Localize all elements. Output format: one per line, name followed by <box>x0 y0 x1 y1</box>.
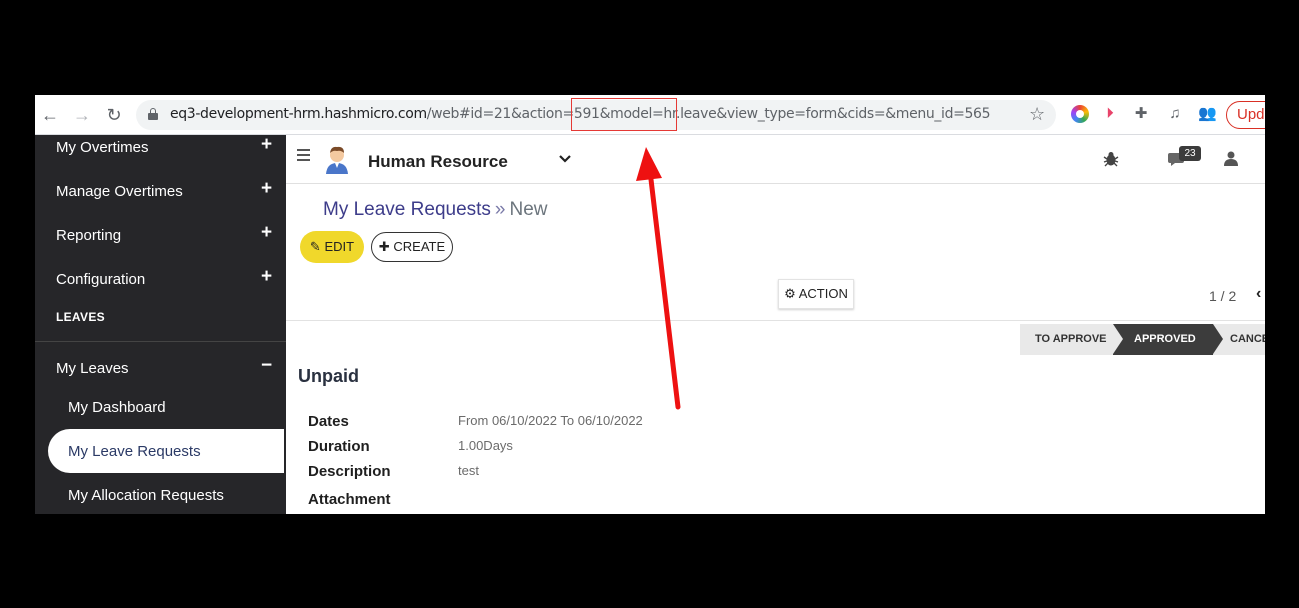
app-topbar: Human Resource 23 <box>286 135 1265 184</box>
sidebar-item-label: My Overtimes <box>56 139 149 156</box>
field-label-description: Description <box>308 463 391 480</box>
sidebar-item-label: My Leaves <box>56 360 129 377</box>
color-extension-icon[interactable] <box>1071 105 1089 123</box>
screenshot-frame: ← → ↻ eq3-development-hrm.hashmicro.com/… <box>35 95 1265 514</box>
sidebar: My Overtimes + Manage Overtimes + Report… <box>35 135 286 514</box>
form-header-divider <box>286 320 1265 321</box>
url-path-after: &view_type=form&cids=&menu_id=565 <box>716 106 991 122</box>
pager-previous-icon[interactable]: ‹ <box>1256 285 1261 303</box>
hr-app-avatar-icon <box>322 144 352 174</box>
media-control-icon[interactable]: ♫ <box>1166 105 1184 123</box>
field-value-description: test <box>458 463 479 478</box>
action-button[interactable]: ⚙ ACTION <box>778 279 854 309</box>
sidebar-item-configuration[interactable]: Configuration + <box>35 259 286 303</box>
create-button[interactable]: ✚ CREATE <box>371 232 453 262</box>
sidebar-item-label: Reporting <box>56 227 122 244</box>
field-value-duration: 1.00Days <box>458 438 513 453</box>
edit-button-label: EDIT <box>324 239 355 254</box>
sidebar-subitem-my-allocation-requests[interactable]: My Allocation Requests <box>48 473 284 514</box>
chevron-down-icon[interactable] <box>558 152 572 166</box>
plus-icon: ✚ <box>378 239 390 254</box>
pencil-icon: ✎ <box>309 239 321 254</box>
expand-plus-icon[interactable]: + <box>261 179 272 199</box>
sidebar-item-label: Manage Overtimes <box>56 183 183 200</box>
sidebar-subitem-label: My Dashboard <box>68 399 166 416</box>
app-title[interactable]: Human Resource <box>368 152 508 172</box>
lock-icon <box>148 108 158 120</box>
expand-plus-icon[interactable]: + <box>261 267 272 287</box>
sidebar-subitem-my-dashboard[interactable]: My Dashboard <box>48 385 284 429</box>
cast-extension-icon[interactable]: ⏵ <box>1101 105 1119 123</box>
sidebar-item-reporting[interactable]: Reporting + <box>35 215 286 259</box>
create-button-label: CREATE <box>393 239 446 254</box>
profile-people-icon[interactable]: 👥 <box>1198 105 1217 123</box>
expand-plus-icon[interactable]: + <box>261 223 272 243</box>
forward-arrow-icon[interactable]: → <box>71 104 93 126</box>
user-avatar-icon[interactable] <box>1223 150 1239 166</box>
reload-icon[interactable]: ↻ <box>103 104 125 126</box>
extensions-puzzle-icon[interactable]: ✚ <box>1132 105 1150 123</box>
sidebar-item-label: Configuration <box>56 271 146 288</box>
sidebar-item-my-overtimes[interactable]: My Overtimes + <box>35 127 286 171</box>
stage-approved[interactable]: APPROVED <box>1113 324 1223 355</box>
url-host: eq3-development-hrm.hashmicro.com <box>170 106 427 122</box>
url-highlight-box <box>571 98 677 131</box>
chat-count-badge: 23 <box>1179 146 1201 161</box>
sidebar-section-leaves: LEAVES <box>56 310 105 324</box>
hamburger-menu-icon[interactable] <box>297 149 310 161</box>
record-title: Unpaid <box>298 366 359 386</box>
field-label-attachment: Attachment <box>308 491 391 508</box>
update-button[interactable]: Upd <box>1226 101 1265 129</box>
field-label-dates: Dates <box>308 413 349 430</box>
bug-debug-icon[interactable] <box>1102 150 1120 168</box>
bookmark-star-icon[interactable]: ☆ <box>1029 104 1045 124</box>
back-arrow-icon[interactable]: ← <box>39 104 61 126</box>
action-button-label: ACTION <box>798 286 848 301</box>
sidebar-item-manage-overtimes[interactable]: Manage Overtimes + <box>35 171 286 215</box>
field-value-dates: From 06/10/2022 To 06/10/2022 <box>458 413 643 428</box>
sidebar-divider <box>35 341 286 342</box>
edit-button[interactable]: ✎ EDIT <box>300 231 364 263</box>
breadcrumb-separator: » <box>494 199 506 220</box>
main-content: Human Resource 23 My Leave Requests» New … <box>286 135 1265 514</box>
stage-to-approve[interactable]: TO APPROVE <box>1020 324 1132 355</box>
breadcrumb-current: New <box>509 199 548 220</box>
collapse-minus-icon[interactable]: − <box>261 356 272 376</box>
sidebar-subitem-label: My Allocation Requests <box>68 487 224 504</box>
breadcrumb-parent-link[interactable]: My Leave Requests <box>323 199 491 220</box>
field-label-duration: Duration <box>308 438 370 455</box>
pager-value[interactable]: 1 / 2 <box>1209 288 1236 304</box>
sidebar-subitem-my-leave-requests[interactable]: My Leave Requests <box>48 429 284 473</box>
gear-icon: ⚙ <box>784 286 796 301</box>
sidebar-subitem-label: My Leave Requests <box>68 443 201 460</box>
expand-plus-icon[interactable]: + <box>261 135 272 155</box>
breadcrumb: My Leave Requests» New <box>323 199 548 221</box>
